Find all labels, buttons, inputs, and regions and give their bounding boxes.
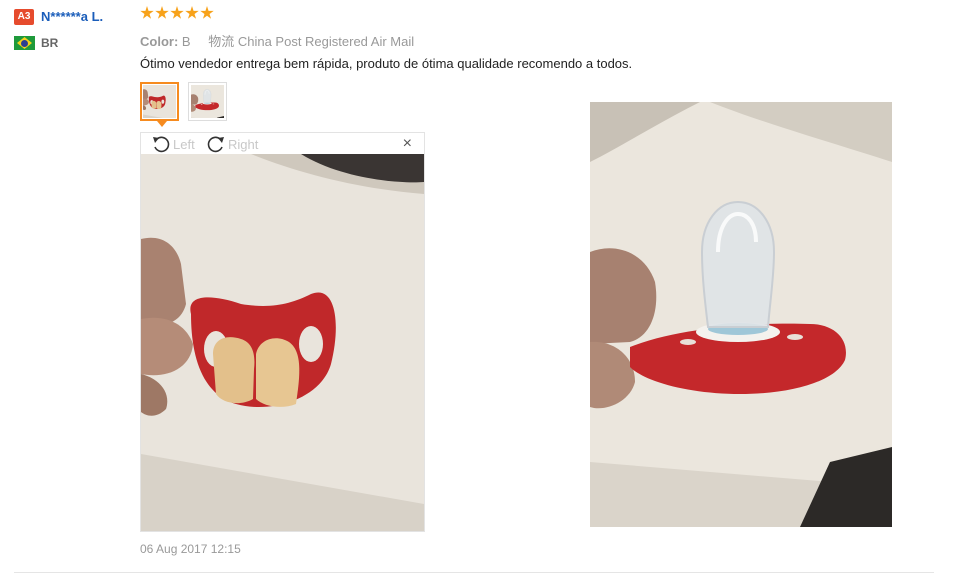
close-viewer-button[interactable]: × [403, 136, 412, 152]
star-icon [170, 6, 184, 19]
star-icon [185, 6, 199, 19]
divider [14, 572, 934, 573]
reviewer-country: BR [41, 36, 59, 50]
review-photo-thumbnail-2[interactable] [188, 82, 227, 121]
star-rating [140, 6, 214, 20]
color-label: Color: [140, 34, 179, 49]
viewer-toolbar: Left Right × [141, 133, 424, 154]
review-text: Ótimo vendedor entrega bem rápida, produ… [140, 56, 633, 71]
star-icon [200, 6, 214, 19]
rotate-left-button[interactable]: Left [151, 134, 195, 154]
rotate-right-button[interactable]: Right [206, 134, 258, 154]
brazil-flag-icon [14, 36, 35, 50]
rotate-left-label: Left [173, 136, 195, 152]
reviewer-name[interactable]: N******a L. [41, 9, 103, 24]
user-level-badge: A3 [14, 9, 34, 25]
review-photo-2-large [590, 102, 892, 527]
thumbnail-image [143, 85, 176, 118]
color-value: B [181, 34, 191, 49]
review-photo-thumbnail-1[interactable] [140, 82, 179, 121]
star-icon [155, 6, 169, 19]
logistics-value: China Post Registered Air Mail [237, 34, 415, 49]
order-attributes: Color: B 物流 China Post Registered Air Ma… [140, 31, 414, 50]
rotate-right-label: Right [228, 136, 259, 152]
active-thumbnail-caret [157, 121, 167, 127]
rotate-right-icon [207, 136, 224, 153]
photo-viewer: Left Right × [140, 132, 425, 532]
logistics-label: 物流 [208, 34, 235, 49]
rotate-left-icon [153, 136, 170, 153]
thumbnail-image [191, 85, 224, 118]
star-icon [140, 6, 154, 19]
review-photo-large [141, 154, 424, 531]
review-date: 06 Aug 2017 12:15 [140, 542, 241, 556]
